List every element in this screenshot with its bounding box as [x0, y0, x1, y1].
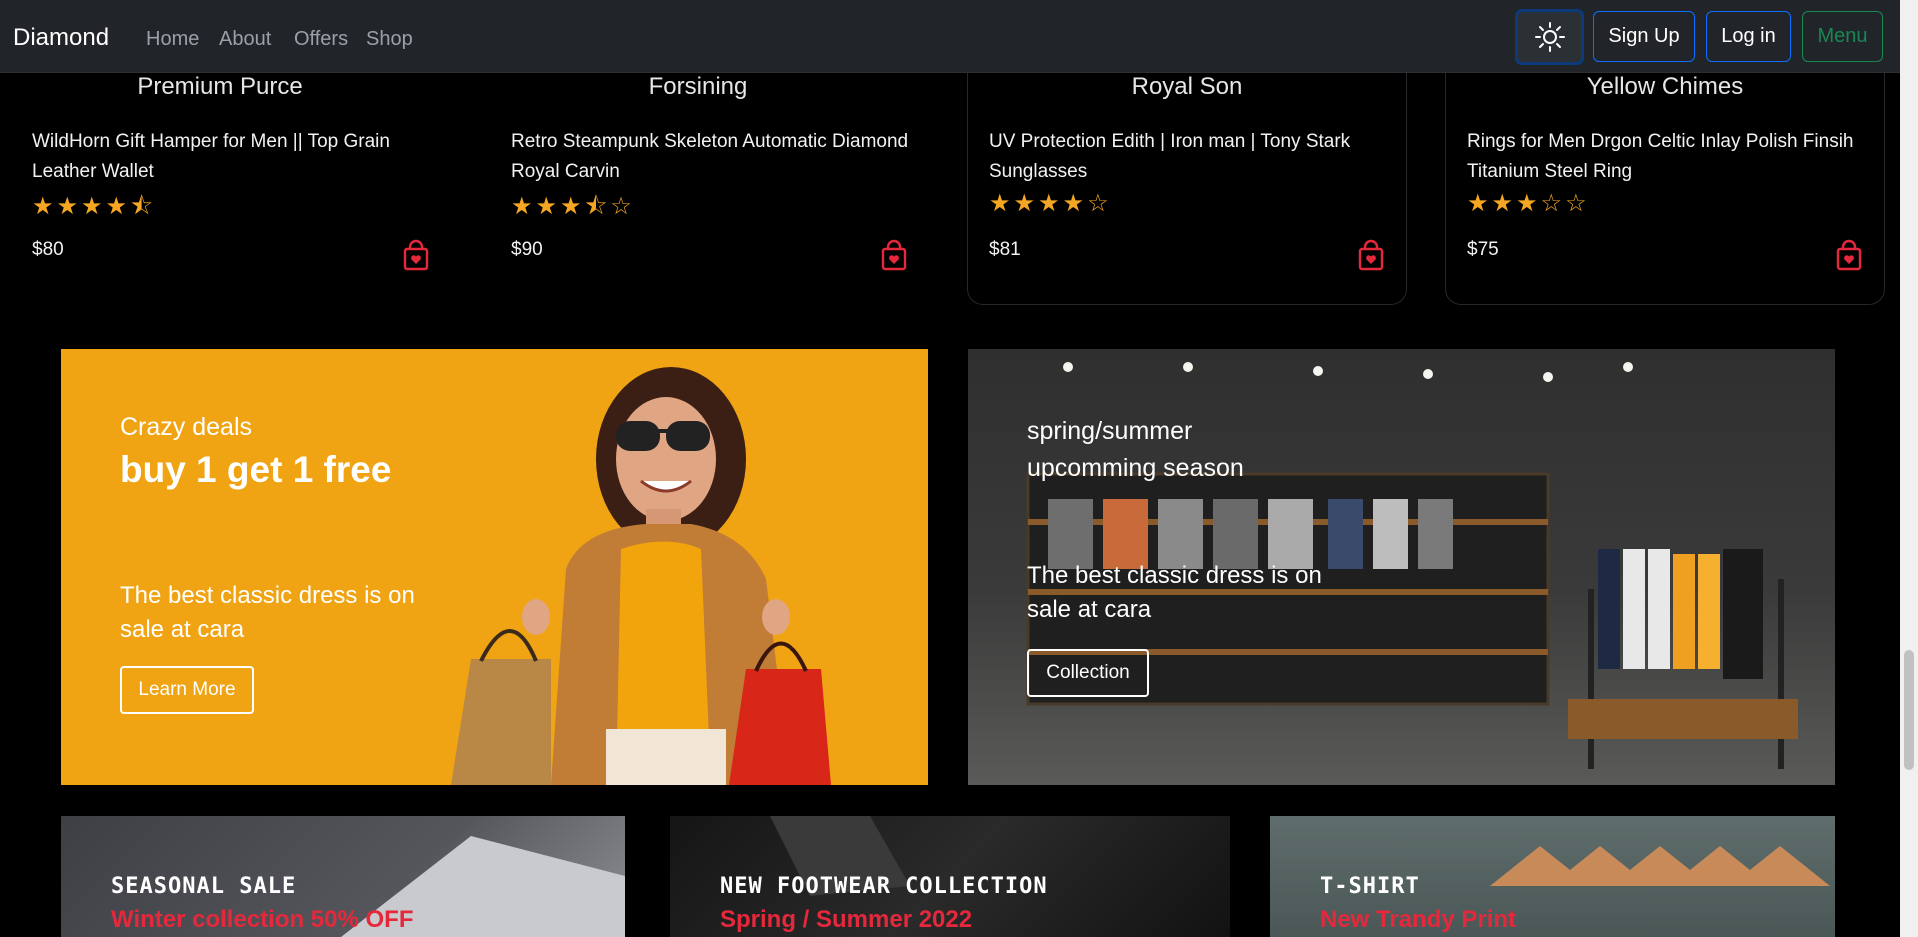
nav-link-about[interactable]: About	[219, 28, 271, 51]
tile-subheading: Winter collection 50% OFF	[111, 906, 414, 933]
promo-tile-footwear[interactable]: NEW FOOTWEAR COLLECTION Spring / Summer …	[670, 816, 1230, 937]
banner-eyebrow: spring/summer upcomming season	[1027, 417, 1244, 482]
nav-link-offers[interactable]: Offers	[294, 28, 348, 51]
learn-more-button[interactable]: Learn More	[120, 666, 254, 714]
product-price: $81	[989, 239, 1021, 260]
product-brand: Yellow Chimes	[1586, 73, 1744, 100]
sun-icon	[1534, 22, 1565, 52]
product-title: Retro Steampunk Skeleton Automatic Diamo…	[511, 131, 909, 182]
product-title: WildHorn Gift Hamper for Men || Top Grai…	[32, 131, 390, 182]
tile-heading: T-SHIRT	[1320, 874, 1420, 899]
product-price: $80	[32, 239, 64, 260]
product-brand: Royal Son	[1131, 73, 1243, 100]
product-title: Rings for Men Drgon Celtic Inlay Polish …	[1467, 131, 1854, 182]
promo-banner-deals: Crazy deals buy 1 get 1 free The best cl…	[61, 349, 928, 785]
nav-link-shop[interactable]: Shop	[366, 28, 413, 51]
product-price: $90	[511, 239, 543, 260]
scrollbar-thumb[interactable]	[1904, 650, 1914, 770]
product-card[interactable]: Royal Son UV Protection Edith | Iron man…	[967, 73, 1407, 305]
product-title: UV Protection Edith | Iron man | Tony St…	[989, 131, 1351, 182]
product-card[interactable]: Yellow Chimes Rings for Men Drgon Celtic…	[1445, 73, 1885, 305]
tile-heading: NEW FOOTWEAR COLLECTION	[720, 874, 1048, 899]
banner-headline: buy 1 get 1 free	[120, 449, 392, 490]
navbar: Diamond Home About Offers Shop Sign Up L…	[0, 0, 1900, 73]
rating-stars: ★★★☆☆	[1467, 190, 1590, 217]
tile-heading: SEASONAL SALE	[111, 874, 297, 899]
tile-subheading: Spring / Summer 2022	[720, 906, 973, 933]
nav-link-home[interactable]: Home	[146, 28, 199, 51]
hangers-decoration-image	[1490, 846, 1830, 886]
banner-description: The best classic dress is on sale at car…	[120, 582, 415, 643]
shopping-bag-icon[interactable]	[400, 239, 432, 271]
rating-stars: ★★★⯪☆	[511, 193, 635, 220]
product-price: $75	[1467, 239, 1499, 260]
brand-logo[interactable]: Diamond	[13, 24, 109, 52]
page-scrollbar[interactable]	[1900, 0, 1918, 937]
theme-toggle-button[interactable]	[1515, 9, 1584, 65]
rating-stars: ★★★★☆	[989, 190, 1112, 217]
product-card[interactable]: Forsining Retro Steampunk Skeleton Autom…	[478, 73, 918, 305]
shopping-bag-icon[interactable]	[1355, 239, 1387, 271]
product-card[interactable]: Premium Purce WildHorn Gift Hamper for M…	[0, 73, 440, 305]
promo-tile-seasonal[interactable]: SEASONAL SALE Winter collection 50% OFF	[61, 816, 625, 937]
promo-tile-tshirt[interactable]: T-SHIRT New Trandy Print	[1270, 816, 1835, 937]
product-brand: Premium Purce	[137, 73, 303, 100]
collection-button[interactable]: Collection	[1027, 649, 1149, 697]
promo-banner-season: spring/summer upcomming season The best …	[968, 349, 1835, 785]
tile-subheading: New Trandy Print	[1320, 906, 1517, 933]
rating-stars: ★★★★⯪	[32, 193, 156, 220]
menu-button[interactable]: Menu	[1802, 11, 1883, 62]
shopper-woman-image	[451, 367, 831, 785]
shopping-bag-icon[interactable]	[878, 239, 910, 271]
banner-eyebrow: Crazy deals	[120, 413, 252, 441]
banner-description: The best classic dress is on sale at car…	[1027, 562, 1322, 623]
product-brand: Forsining	[648, 73, 748, 100]
login-button[interactable]: Log in	[1706, 11, 1791, 62]
shopping-bag-icon[interactable]	[1833, 239, 1865, 271]
signup-button[interactable]: Sign Up	[1593, 11, 1695, 62]
